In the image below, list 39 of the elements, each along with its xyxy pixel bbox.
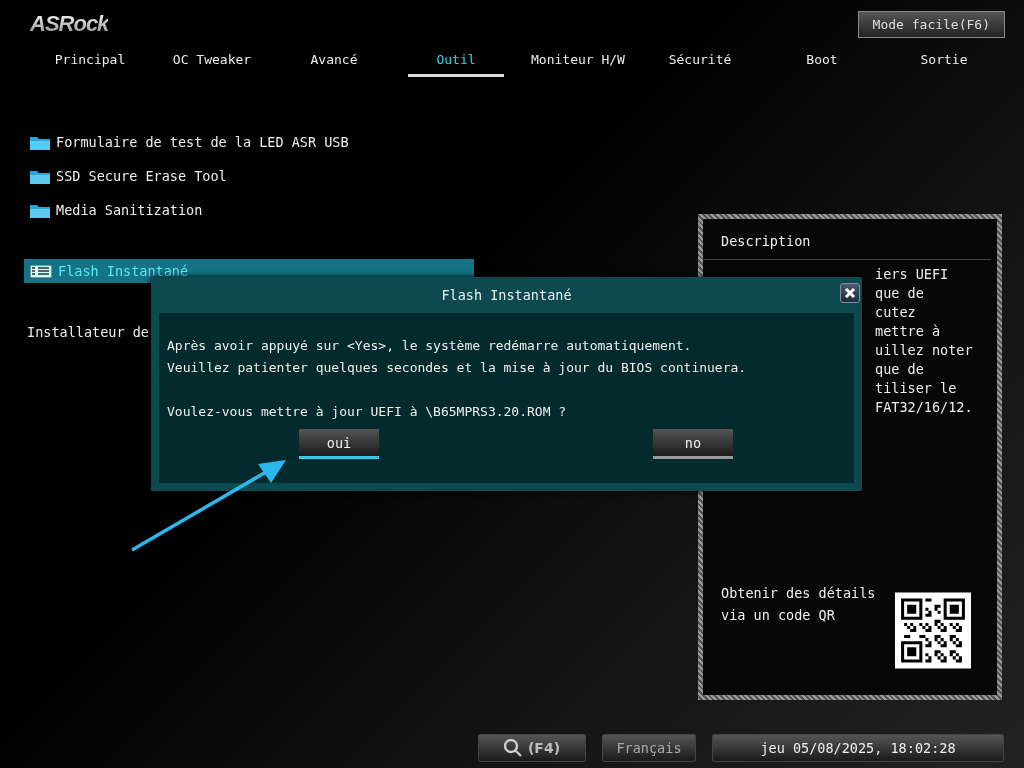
description-text: que de [875,361,925,377]
folder-icon [30,134,50,150]
tab[interactable]: Boot [774,44,870,77]
menu-item[interactable]: Installateur de [24,320,149,344]
dialog-title: Flash Instantané [440,286,573,305]
description-text: iers UEFI [875,266,950,282]
tab[interactable]: Moniteur H/W [530,44,626,77]
tab[interactable]: Principal [42,44,138,77]
tab[interactable]: OC Tweaker [164,44,260,77]
tab[interactable]: Sortie [896,44,992,77]
description-text: uillez noter [875,342,974,358]
dialog-text: Après avoir appuyé sur <Yes>, le système redémarre automatiquement. [167,337,693,355]
description-text: que de [875,285,925,301]
chip-icon [30,264,52,278]
dialog-text: Voulez-vous mettre à jour UEFI à \B65MPRS3.20.ROM ? [167,403,568,421]
dialog-text: Veuillez patienter quelques secondes et la mise à jour du BIOS continuera. [167,359,748,377]
folder-icon [30,168,50,184]
description-text: cutez [875,304,917,320]
qr-caption: Obtenir des détails via un code QR [721,584,877,625]
datetime-display[interactable]: jeu 05/08/2025, 18:02:28 [712,734,1004,762]
tab[interactable]: Sécurité [652,44,748,77]
menu-item[interactable]: SSD Secure Erase Tool [24,164,474,188]
menu-item[interactable]: Media Sanitization [24,198,474,222]
close-icon [844,287,856,299]
description-text: tiliser le [875,380,958,396]
search-button[interactable]: (F4) [478,734,586,762]
close-button[interactable] [840,283,860,303]
menu-item[interactable]: Formulaire de test de la LED ASR USB [24,130,474,154]
search-icon [503,739,522,757]
language-button[interactable]: Français [602,734,696,762]
mode-button[interactable]: Mode facile(F6) [857,10,1005,38]
description-text: FAT32/16/12. [875,399,974,415]
tab[interactable]: Avancé [286,44,382,77]
tab[interactable]: Outil [408,44,504,77]
panel-title: Description [703,219,991,260]
dialog-button[interactable]: oui [299,429,379,459]
description-text: mettre à [875,323,942,339]
folder-icon [30,202,50,218]
dialog-button[interactable]: no [653,429,733,459]
